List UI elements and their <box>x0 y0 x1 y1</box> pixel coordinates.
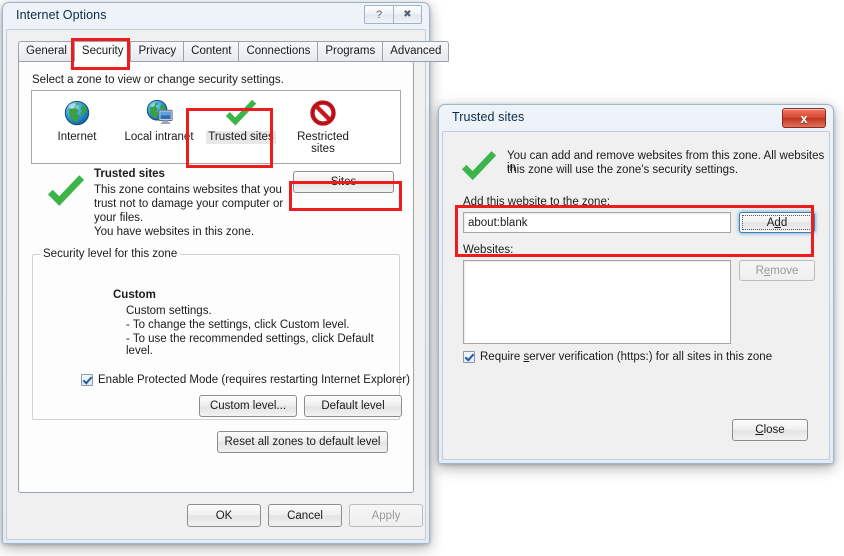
security-level-group-label: Security level for this zone <box>40 248 181 260</box>
zone-label: Local intranet <box>124 131 194 143</box>
checkbox-box <box>81 374 93 386</box>
security-level-line-2: - To change the settings, click Custom l… <box>126 319 350 331</box>
add-label-post: d this website to the zone: <box>477 196 611 208</box>
security-tab-page: Select a zone to view or change security… <box>18 61 414 493</box>
enable-protected-mode-checkbox[interactable]: Enable Protected Mode (requires restarti… <box>81 374 410 386</box>
close-btn-accel: C <box>755 424 764 436</box>
security-level-line-1: Custom settings. <box>126 305 212 317</box>
security-level-group: Security level for this zone Custom Cust… <box>32 248 410 420</box>
zone-detail-heading: Trusted sites <box>94 168 165 180</box>
websites-label-accel: W <box>463 244 474 256</box>
help-button[interactable]: ? <box>364 5 393 24</box>
reset-all-zones-button[interactable]: Reset all zones to default level <box>217 431 388 453</box>
globe-icon <box>62 96 92 130</box>
close-button[interactable]: x <box>782 108 826 128</box>
add-website-input-value: about:blank <box>468 216 528 229</box>
remove-btn-post: move <box>770 264 799 277</box>
remove-button: Remove <box>739 260 815 281</box>
green-check-icon <box>225 96 257 130</box>
tab-security[interactable]: Security <box>73 41 131 62</box>
tab-connections[interactable]: Connections <box>238 41 318 62</box>
zone-detail-line-3: your files. <box>94 212 144 224</box>
websites-label-post: ebsites: <box>473 244 514 256</box>
trusted-sites-dialog: Trusted sites x You can add and remove w… <box>438 104 834 464</box>
tab-advanced[interactable]: Advanced <box>382 41 450 62</box>
add-website-label: Add this website to the zone: <box>463 196 610 208</box>
rsv-post: erver verification (https:) for all site… <box>529 351 773 363</box>
websites-listbox[interactable] <box>463 260 731 344</box>
tab-general[interactable]: General <box>18 41 74 62</box>
internet-options-titlebar[interactable]: Internet Options ? ✖ <box>6 5 426 29</box>
sites-button[interactable]: Sites <box>293 171 394 193</box>
zone-detail-line-1: This zone contains websites that you <box>94 184 282 196</box>
close-button[interactable]: ✖ <box>393 5 422 24</box>
add-label-pre: A <box>463 196 471 208</box>
trusted-sites-header-icon <box>461 150 497 185</box>
cancel-button[interactable]: Cancel <box>268 504 342 527</box>
zone-item-local-intranet[interactable]: Local intranet <box>118 96 200 144</box>
tab-privacy[interactable]: Privacy <box>130 41 184 62</box>
tab-programs[interactable]: Programs <box>317 41 383 62</box>
trusted-sites-titlebar[interactable]: Trusted sites x <box>442 107 830 131</box>
remove-btn-pre: R <box>755 264 764 277</box>
zone-detail-line-4: You have websites in this zone. <box>94 226 255 238</box>
trusted-sites-body: You can add and remove websites from thi… <box>442 131 830 460</box>
internet-options-body: General Security Privacy Content Connect… <box>6 29 450 540</box>
require-server-verification-label: Require server verification (https:) for… <box>480 351 772 363</box>
trusted-sites-title: Trusted sites <box>452 110 525 124</box>
zone-item-restricted-sites[interactable]: Restricted sites <box>282 96 364 155</box>
add-website-input[interactable]: about:blank <box>463 212 731 233</box>
internet-options-title: Internet Options <box>16 8 107 22</box>
add-btn-post: d <box>780 216 788 229</box>
globe-monitor-icon <box>144 96 174 130</box>
security-level-line-3: - To use the recommended settings, click… <box>126 333 374 357</box>
websites-label: Websites: <box>463 244 513 256</box>
zone-item-trusted-sites[interactable]: Trusted sites <box>200 96 282 144</box>
prohibition-icon <box>309 96 337 130</box>
security-level-name: Custom <box>113 289 156 301</box>
zone-label: Trusted sites <box>206 131 276 144</box>
zone-detail-line-2: trust not to damage your computer or <box>94 198 284 210</box>
close-button-label: Close <box>755 424 784 436</box>
zone-prompt-label: Select a zone to view or change security… <box>32 74 284 86</box>
internet-options-dialog: Internet Options ? ✖ General Security Pr… <box>2 2 450 544</box>
close-icon: ✖ <box>403 9 412 20</box>
default-level-button[interactable]: Default level <box>304 395 402 417</box>
close-dialog-button[interactable]: Close <box>732 419 808 441</box>
zone-label-text: Restricted sites <box>297 131 349 155</box>
custom-level-button[interactable]: Custom level... <box>199 395 297 417</box>
question-mark-icon: ? <box>375 8 383 21</box>
trusted-sites-header-line-2: this zone will use the zone's security s… <box>507 164 739 176</box>
remove-button-label: Remove <box>756 265 799 277</box>
tab-strip: General Security Privacy Content Connect… <box>18 41 450 62</box>
checkbox-box <box>463 351 475 363</box>
rsv-pre: Require <box>480 351 524 363</box>
add-button[interactable]: Add <box>739 212 815 233</box>
require-server-verification-checkbox[interactable]: Require server verification (https:) for… <box>463 351 772 363</box>
enable-protected-mode-label: Enable Protected Mode (requires restarti… <box>98 374 410 386</box>
ok-button[interactable]: OK <box>187 504 261 527</box>
apply-button: Apply <box>349 504 423 527</box>
close-btn-post: lose <box>763 424 785 436</box>
zone-label: Restricted sites <box>282 131 364 155</box>
zone-selector-list[interactable]: Internet Local intranet Trusted sites Re… <box>31 90 401 164</box>
zone-label: Internet <box>57 131 97 143</box>
close-icon: x <box>800 110 808 126</box>
tab-content[interactable]: Content <box>183 41 239 62</box>
zone-item-internet[interactable]: Internet <box>36 96 118 144</box>
zone-detail-icon <box>47 174 85 211</box>
add-button-label: Add <box>767 217 787 229</box>
